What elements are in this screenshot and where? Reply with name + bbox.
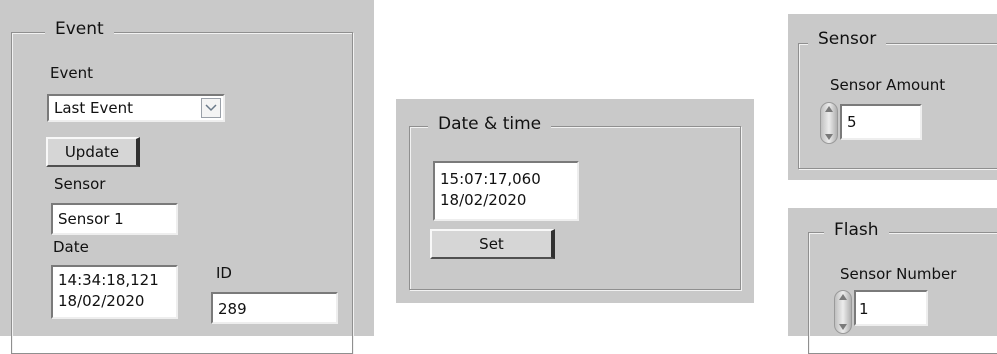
date-label: Date xyxy=(53,238,89,256)
chevron-down-icon[interactable] xyxy=(201,98,221,118)
datetime-panel: Date & time 15:07:17,060 18/02/2020 Set xyxy=(396,99,754,303)
event-select[interactable]: Last Event xyxy=(47,94,225,122)
set-button[interactable]: Set xyxy=(430,229,555,259)
event-label: Event xyxy=(50,64,93,82)
event-select-value: Last Event xyxy=(54,99,133,117)
event-panel: Event Event Last Event Update Sensor Sen… xyxy=(0,0,374,354)
sensor-label: Sensor xyxy=(54,175,106,193)
datetime-panel-title: Date & time xyxy=(428,113,552,135)
sensor-panel: Sensor Sensor Amount 5 xyxy=(788,14,997,180)
flash-panel: Flash Sensor Number 1 xyxy=(788,208,997,354)
id-label: ID xyxy=(216,264,232,282)
sensor-field[interactable]: Sensor 1 xyxy=(51,203,178,235)
sensor-amount-label: Sensor Amount xyxy=(830,76,946,94)
id-field[interactable]: 289 xyxy=(211,292,338,324)
sensor-number-spinner-icon[interactable] xyxy=(834,290,852,334)
date-field[interactable]: 14:34:18,121 18/02/2020 xyxy=(51,265,178,319)
datetime-field[interactable]: 15:07:17,060 18/02/2020 xyxy=(433,161,579,221)
sensor-amount-field[interactable]: 5 xyxy=(840,104,922,140)
sensor-number-field[interactable]: 1 xyxy=(854,290,928,326)
sensor-amount-spinner-icon[interactable] xyxy=(820,102,838,144)
sensor-panel-title: Sensor xyxy=(808,28,887,50)
sensor-number-label: Sensor Number xyxy=(840,265,957,283)
event-panel-title: Event xyxy=(45,18,114,40)
flash-panel-title: Flash xyxy=(824,219,889,241)
update-button[interactable]: Update xyxy=(46,137,140,167)
